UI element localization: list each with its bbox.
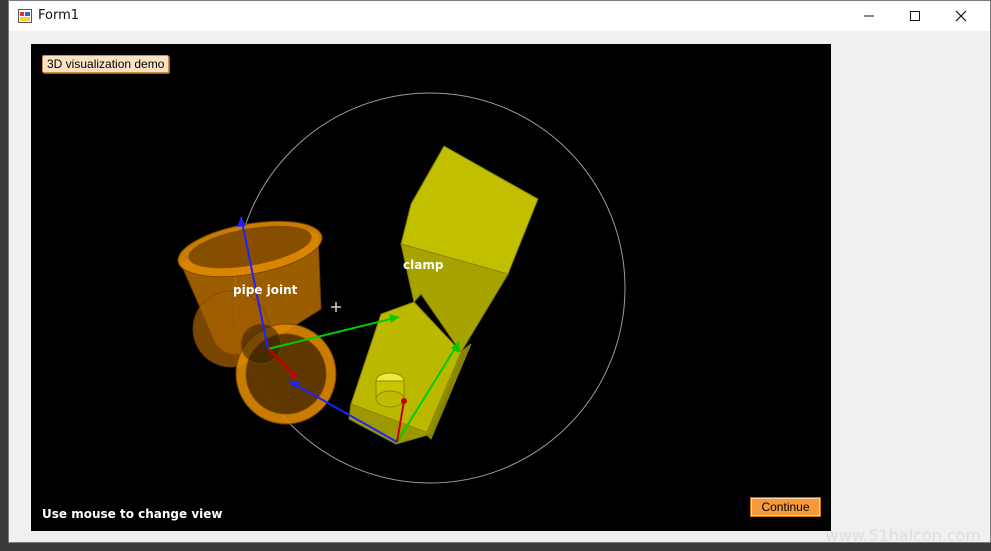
pipe-joint-label: pipe joint xyxy=(233,283,298,297)
clamp-model xyxy=(348,145,539,445)
app-icon xyxy=(18,9,32,23)
demo-title-label: 3D visualization demo xyxy=(42,55,170,73)
watermark: www.51halcon.com xyxy=(825,526,981,545)
clamp-label: clamp xyxy=(403,258,444,272)
scene-canvas xyxy=(177,92,626,484)
3d-viewport[interactable]: 3D visualization demo pipe joint clamp U… xyxy=(31,44,831,531)
mouse-hint: Use mouse to change view xyxy=(42,507,223,521)
app-window: Form1 3D visualization demo pipe joint c… xyxy=(8,0,991,543)
title-bar: Form1 xyxy=(9,1,990,31)
minimize-button[interactable] xyxy=(846,1,892,31)
pipe-joint-model xyxy=(177,220,337,425)
close-button[interactable] xyxy=(938,1,984,31)
continue-button[interactable]: Continue xyxy=(750,497,821,517)
minimize-icon xyxy=(864,15,874,17)
maximize-button[interactable] xyxy=(892,1,938,31)
close-icon xyxy=(955,10,967,22)
move-cursor-icon xyxy=(331,302,341,312)
maximize-icon xyxy=(910,11,920,21)
window-title: Form1 xyxy=(38,8,80,23)
